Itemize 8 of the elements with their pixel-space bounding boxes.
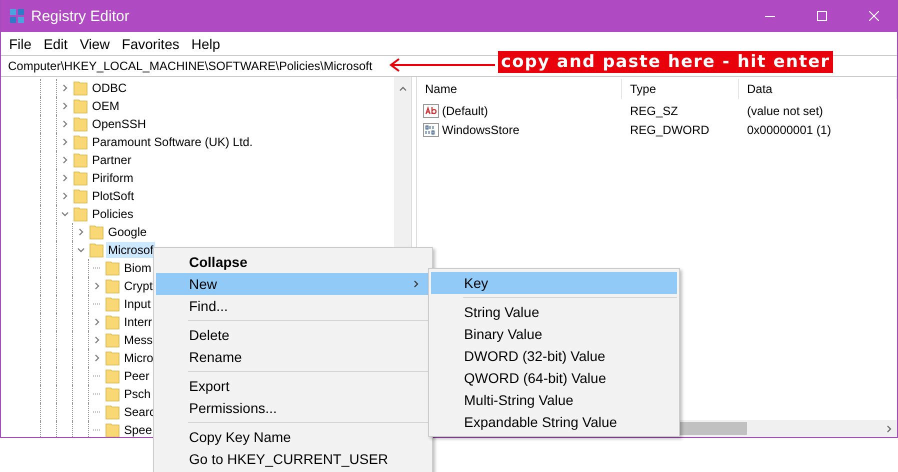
value-name: WindowsStore bbox=[442, 122, 520, 136]
window-title: Registry Editor bbox=[31, 8, 130, 24]
annotation-label: copy and paste here - hit enter bbox=[498, 51, 834, 73]
value-type: REG_SZ bbox=[629, 104, 680, 118]
value-type: REG_DWORD bbox=[629, 122, 710, 136]
value-data: (value not set) bbox=[746, 104, 824, 118]
value-data: 0x00000001 (1) bbox=[746, 122, 832, 136]
value-name: (Default) bbox=[442, 104, 488, 118]
